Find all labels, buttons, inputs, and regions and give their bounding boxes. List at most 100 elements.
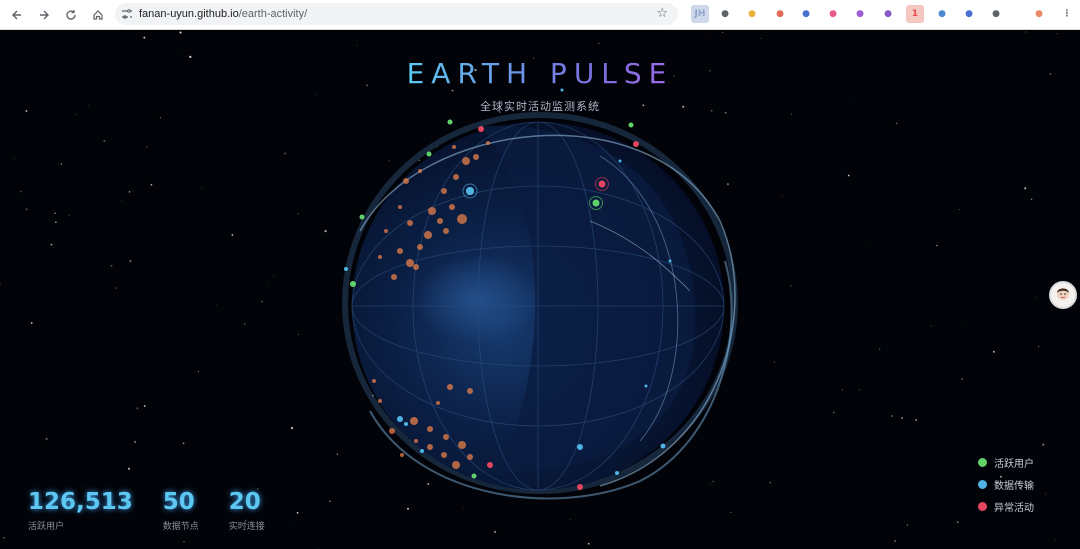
activity-point	[437, 218, 443, 224]
browser-toolbar: fanan-uyun.github.io/earth-activity/ ☆ J…	[0, 0, 1080, 30]
activity-point	[414, 439, 418, 443]
site-info-icon[interactable]	[115, 9, 139, 19]
activity-point	[424, 231, 432, 239]
activity-point	[453, 174, 459, 180]
url-host: fanan-uyun.github.io	[139, 8, 239, 20]
activity-point	[449, 204, 455, 210]
activity-point	[452, 461, 460, 469]
data-transfer-node	[615, 471, 619, 475]
activity-point	[403, 178, 409, 184]
active-user-node	[628, 122, 634, 128]
earth-pulse-page: EARTH PULSE 全球实时活动监测系统 126,513 活跃用户 50 数…	[0, 31, 1080, 549]
stat-value: 126,513	[28, 489, 133, 515]
ext-download-icon[interactable]: ●	[743, 5, 761, 23]
address-bar[interactable]: fanan-uyun.github.io/earth-activity/ ☆	[115, 3, 678, 25]
stat-active-users: 126,513 活跃用户	[28, 489, 133, 532]
data-transfer-node	[618, 159, 622, 163]
activity-point	[427, 444, 433, 450]
data-transfer-node	[397, 416, 403, 422]
home-button[interactable]	[85, 2, 111, 28]
active-user-node	[426, 151, 432, 157]
legend-item-data-transfer: 数据传输	[978, 473, 1034, 495]
legend-dot	[978, 501, 987, 511]
forward-button[interactable]	[31, 2, 57, 28]
activity-point	[441, 452, 447, 458]
activity-point	[467, 388, 473, 394]
activity-point	[447, 384, 453, 390]
activity-point	[467, 454, 473, 460]
home-icon	[93, 9, 103, 20]
ext-pencil-icon[interactable]: ●	[960, 5, 978, 23]
activity-point	[378, 399, 382, 403]
active-user-node	[350, 281, 356, 287]
activity-point	[384, 229, 388, 233]
anomaly-node	[478, 126, 484, 132]
active-user-node	[471, 473, 477, 479]
data-transfer-node	[420, 449, 424, 453]
activity-point	[428, 207, 436, 215]
activity-point	[441, 188, 447, 194]
activity-point	[452, 145, 456, 149]
url-path: /earth-activity/	[238, 8, 308, 20]
anomaly-node	[633, 141, 639, 147]
legend-item-anomaly: 异常活动	[978, 495, 1034, 517]
ext-badge-icon[interactable]: 1	[906, 5, 924, 23]
ext-puzzle-icon[interactable]: ●	[987, 5, 1005, 23]
activity-point	[427, 426, 433, 432]
ext-jh-icon[interactable]: JH	[691, 5, 709, 23]
data-transfer-node	[466, 187, 474, 195]
activity-point	[413, 264, 419, 270]
activity-point	[407, 220, 413, 226]
stat-label: 活跃用户	[28, 522, 65, 532]
ext-pen-icon[interactable]: ●	[771, 5, 789, 23]
page-title: EARTH PULSE	[0, 57, 1080, 90]
ext-translate-icon[interactable]: ●	[824, 5, 842, 23]
stat-label: 数据节点	[162, 522, 199, 532]
activity-point	[457, 214, 467, 224]
ext-scissors-icon[interactable]: ●	[797, 5, 815, 23]
legend-item-active-users: 活跃用户	[978, 451, 1034, 473]
activity-point	[391, 274, 397, 280]
legend-dot	[978, 479, 987, 489]
ext-brain-icon[interactable]: ●	[851, 5, 869, 23]
stats-panel: 126,513 活跃用户 50 数据节点 20 实时连接	[28, 489, 295, 532]
stat-label: 实时连接	[228, 522, 265, 532]
ext-elephant-icon[interactable]: ●	[716, 5, 734, 23]
activity-point	[418, 169, 422, 173]
data-transfer-node	[344, 267, 348, 271]
active-user-node	[592, 199, 600, 207]
stat-value: 50	[162, 489, 195, 515]
arrow-right-icon	[40, 10, 49, 19]
reload-button[interactable]	[58, 2, 84, 28]
activity-point	[462, 157, 470, 165]
activity-point	[458, 441, 466, 449]
floating-avatar[interactable]	[1049, 281, 1077, 309]
menu-icon[interactable]: ⋮	[1058, 5, 1076, 23]
active-user-node	[359, 214, 365, 220]
active-user-node	[447, 119, 453, 125]
stat-value: 20	[228, 489, 261, 515]
legend-label: 数据传输	[994, 480, 1034, 492]
ext-bucket-icon[interactable]: ●	[933, 5, 951, 23]
url-text: fanan-uyun.github.io/earth-activity/	[139, 8, 307, 20]
data-transfer-node	[404, 422, 408, 426]
activity-point	[389, 428, 395, 434]
legend-label: 活跃用户	[994, 458, 1034, 470]
activity-point	[378, 255, 382, 259]
activity-point	[486, 141, 490, 145]
activity-point	[473, 154, 479, 160]
data-transfer-node	[660, 443, 666, 449]
activity-point	[443, 434, 449, 440]
ext-flag-icon[interactable]: ●	[879, 5, 897, 23]
activity-point	[417, 244, 423, 250]
page-title-text: EARTH PULSE	[406, 57, 674, 90]
bookmark-star-icon[interactable]: ☆	[656, 6, 668, 21]
data-transfer-node	[644, 384, 648, 388]
back-button[interactable]	[4, 2, 30, 28]
page-subtitle: 全球实时活动监测系统	[480, 100, 600, 113]
globe-core-glow	[415, 255, 539, 343]
activity-point	[436, 401, 440, 405]
profile-avatar-icon[interactable]: ●	[1030, 5, 1048, 23]
activity-point	[398, 205, 402, 209]
face-avatar-icon	[1057, 288, 1069, 300]
